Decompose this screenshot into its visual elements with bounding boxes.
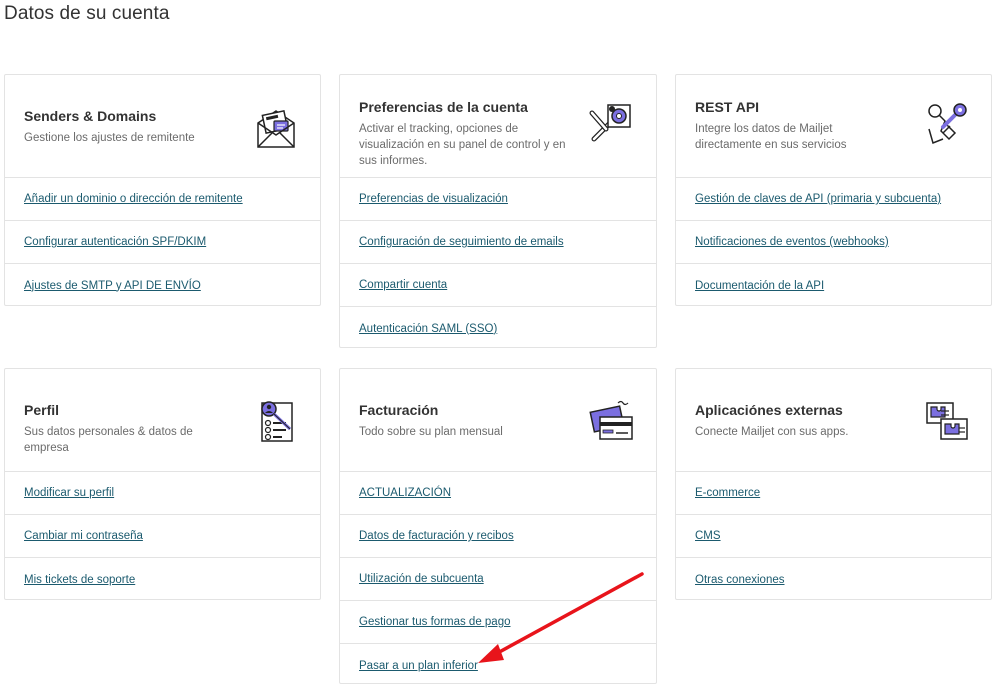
card-link-row: Modificar su perfil (5, 472, 320, 515)
card-link-row: Notificaciones de eventos (webhooks) (676, 221, 991, 264)
card-link-row: Mis tickets de soporte (5, 558, 320, 601)
spf-dkim-link[interactable]: Configurar autenticación SPF/DKIM (24, 236, 206, 248)
card-link-row: Compartir cuenta (340, 264, 656, 307)
card-external-apps: Aplicaciónes externas Conecte Mailjet co… (675, 368, 992, 600)
smtp-api-settings-link[interactable]: Ajustes de SMTP y API DE ENVÍO (24, 280, 201, 292)
card-link-row: Autenticación SAML (SSO) (340, 307, 656, 350)
share-account-link[interactable]: Compartir cuenta (359, 279, 447, 291)
card-link-row: ACTUALIZACIÓN (340, 472, 656, 515)
other-connections-link[interactable]: Otras conexiones (695, 574, 785, 586)
card-account-preferences: Preferencias de la cuenta Activar el tra… (339, 74, 657, 348)
card-description: Conecte Mailjet con sus apps. (695, 426, 849, 438)
card-link-row: Documentación de la API (676, 264, 991, 307)
card-header: REST API Integre los datos de Mailjet di… (676, 75, 991, 178)
card-link-row: Configurar autenticación SPF/DKIM (5, 221, 320, 264)
wrench-gear-icon (589, 104, 631, 142)
envelope-icon (257, 110, 295, 148)
card-title: Aplicaciónes externas (695, 402, 843, 418)
api-docs-link[interactable]: Documentación de la API (695, 280, 824, 292)
card-title: Perfil (24, 402, 60, 418)
card-link-row: Ajustes de SMTP y API DE ENVÍO (5, 264, 320, 307)
puzzle-apps-icon (926, 402, 968, 440)
add-domain-link[interactable]: Añadir un dominio o dirección de remiten… (24, 193, 243, 205)
card-description: Todo sobre su plan mensual (359, 426, 503, 438)
card-profile: Perfil Sus datos personales & datos de e… (4, 368, 321, 600)
card-header: Preferencias de la cuenta Activar el tra… (340, 75, 656, 178)
red-arrow-icon (478, 572, 644, 663)
downgrade-plan-link[interactable]: Pasar a un plan inferior (359, 660, 478, 672)
display-preferences-link[interactable]: Preferencias de visualización (359, 193, 508, 205)
support-tickets-link[interactable]: Mis tickets de soporte (24, 574, 135, 586)
card-header: Aplicaciónes externas Conecte Mailjet co… (676, 369, 991, 472)
card-link-row: Preferencias de visualización (340, 178, 656, 221)
subaccount-usage-link[interactable]: Utilización de subcuenta (359, 573, 484, 585)
card-description: Activar el tracking, opciones de visuali… (359, 123, 566, 167)
saml-sso-link[interactable]: Autenticación SAML (SSO) (359, 323, 497, 335)
card-link-row: Gestión de claves de API (primaria y sub… (676, 178, 991, 221)
ecommerce-link[interactable]: E-commerce (695, 487, 760, 499)
card-description: Sus datos personales & datos de empresa (24, 426, 193, 454)
card-title: Facturación (359, 402, 439, 418)
cms-link[interactable]: CMS (695, 530, 721, 542)
card-link-row: Cambiar mi contraseña (5, 515, 320, 558)
page-title: Datos de su cuenta (4, 3, 170, 24)
edit-profile-link[interactable]: Modificar su perfil (24, 487, 114, 499)
card-header: Senders & Domains Gestione los ajustes d… (5, 75, 320, 178)
card-description: Integre los datos de Mailjet directament… (695, 123, 847, 151)
card-title: Senders & Domains (24, 108, 157, 124)
keys-icon (928, 103, 967, 145)
card-link-row: Añadir un dominio o dirección de remiten… (5, 178, 320, 221)
email-tracking-config-link[interactable]: Configuración de seguimiento de emails (359, 236, 564, 248)
card-link-row: CMS (676, 515, 991, 558)
profile-document-icon (261, 401, 293, 442)
change-password-link[interactable]: Cambiar mi contraseña (24, 530, 143, 542)
upgrade-link[interactable]: ACTUALIZACIÓN (359, 487, 451, 499)
card-header: Perfil Sus datos personales & datos de e… (5, 369, 320, 472)
billing-receipts-link[interactable]: Datos de facturación y recibos (359, 530, 514, 542)
card-link-row: Configuración de seguimiento de emails (340, 221, 656, 264)
api-keys-link[interactable]: Gestión de claves de API (primaria y sub… (695, 193, 941, 205)
card-title: REST API (695, 99, 760, 115)
card-rest-api: REST API Integre los datos de Mailjet di… (675, 74, 992, 306)
card-description: Gestione los ajustes de remitente (24, 132, 195, 144)
card-header: Facturación Todo sobre su plan mensual (340, 369, 656, 472)
card-link-row: E-commerce (676, 472, 991, 515)
card-link-row: Otras conexiones (676, 558, 991, 601)
credit-card-icon (589, 400, 633, 440)
card-link-row: Datos de facturación y recibos (340, 515, 656, 558)
webhooks-link[interactable]: Notificaciones de eventos (webhooks) (695, 236, 889, 248)
card-title: Preferencias de la cuenta (359, 99, 528, 115)
card-senders-domains: Senders & Domains Gestione los ajustes d… (4, 74, 321, 306)
